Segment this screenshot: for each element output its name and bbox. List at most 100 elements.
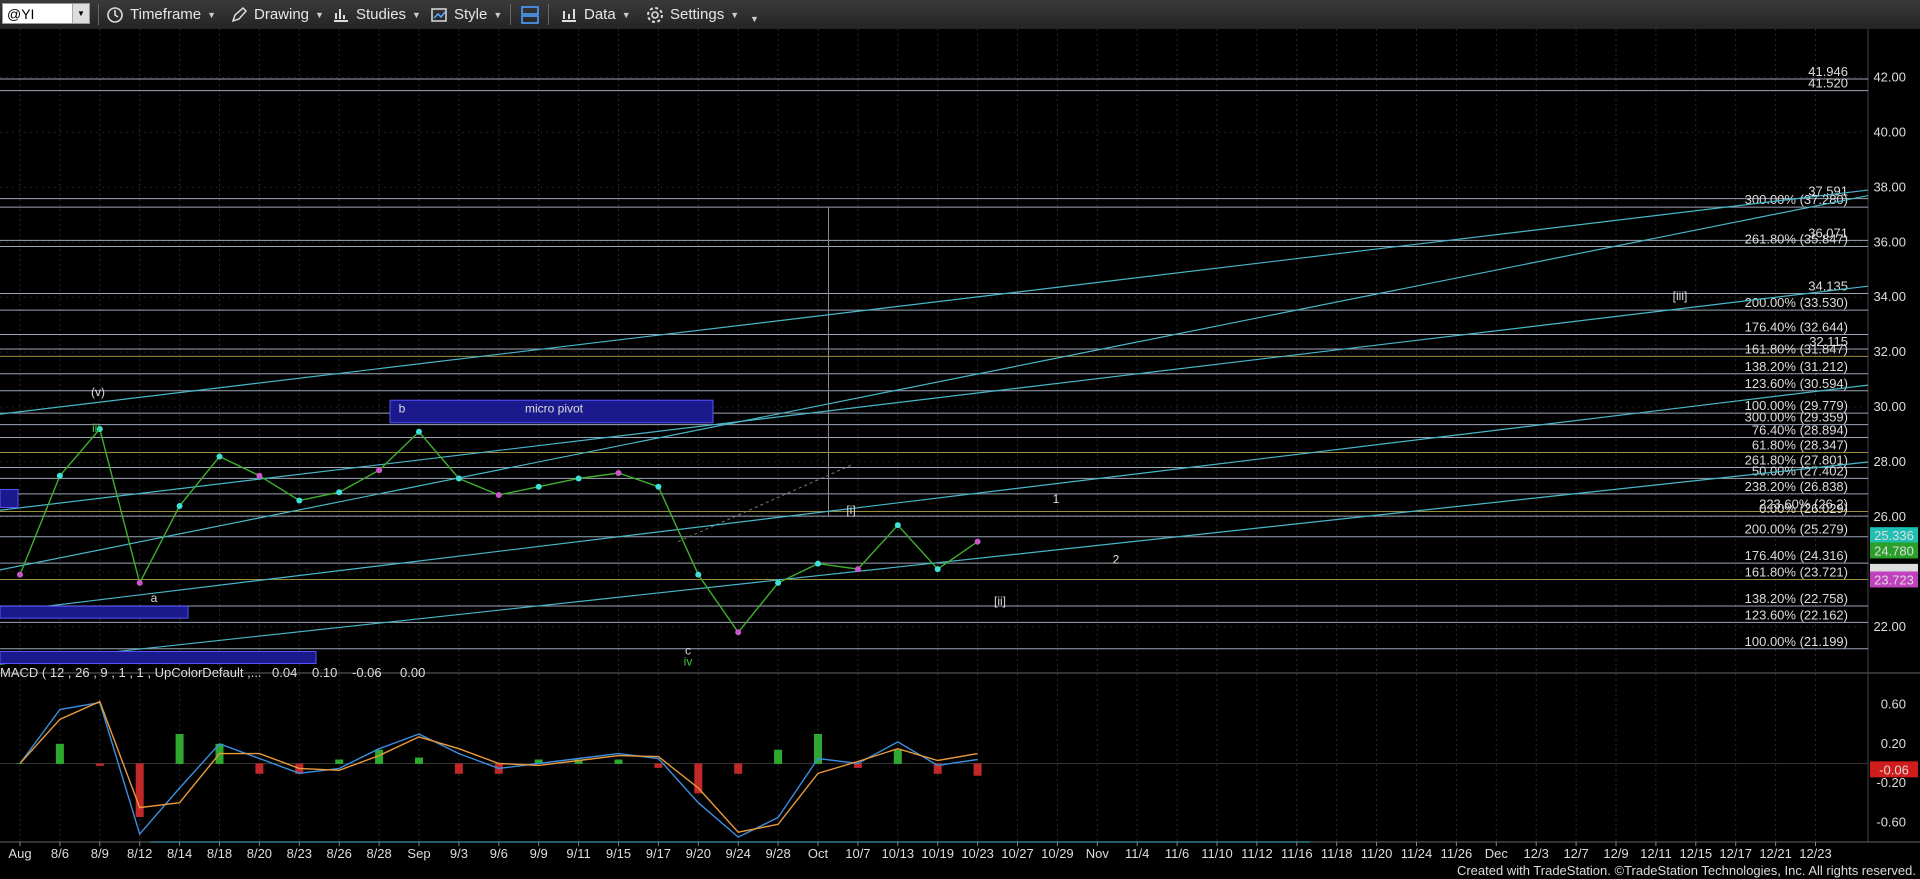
x-axis-tick-label: 10/19 <box>921 846 954 861</box>
macd-histogram-bar <box>454 763 463 774</box>
price-point <box>615 469 622 476</box>
toolbar-separator <box>98 4 99 25</box>
x-axis-tick-label: 9/24 <box>726 846 751 861</box>
drawing-label: Drawing <box>254 6 310 23</box>
x-axis-tick-label: 8/9 <box>91 846 109 861</box>
toolbar-separator <box>510 4 511 25</box>
style-label: Style <box>454 6 488 23</box>
fib-label: 61.80% (28.347) <box>1752 437 1848 452</box>
macd-axis-tick: -0.60 <box>1876 814 1906 829</box>
macd-legend-value: 0.10 <box>312 665 337 680</box>
x-axis-tick-label: 9/6 <box>490 846 508 861</box>
x-axis-tick-label: 8/14 <box>167 846 192 861</box>
fib-label: 123.60% (30.594) <box>1745 376 1848 391</box>
price-label-text: 24.780 <box>1874 543 1914 558</box>
x-axis-tick-label: 12/15 <box>1680 846 1713 861</box>
price-point <box>695 571 702 578</box>
price-axis-tick: 32.00 <box>1873 344 1906 359</box>
price-point <box>735 629 742 636</box>
price-point <box>575 475 582 482</box>
price-point <box>655 483 662 490</box>
x-axis-tick-label: 11/24 <box>1401 846 1433 861</box>
chevron-down-icon: ▼ <box>207 9 217 20</box>
price-point <box>934 566 941 573</box>
x-axis-tick-label: 10/29 <box>1041 846 1074 861</box>
toolbar-separator <box>548 4 549 25</box>
x-axis-tick-label: 8/6 <box>51 846 69 861</box>
x-axis-tick-label: 9/17 <box>646 846 671 861</box>
copyright-footer: Created with TradeStation. ©TradeStation… <box>1456 863 1916 878</box>
x-axis-tick-label: 11/4 <box>1125 846 1149 861</box>
drawing-button[interactable]: Drawing ▼ <box>230 0 324 29</box>
x-axis-tick-label: 11/20 <box>1361 846 1393 861</box>
pivot-box <box>0 488 19 508</box>
price-point <box>216 453 223 460</box>
x-axis-tick-label: 8/12 <box>127 846 152 861</box>
studies-button[interactable]: Studies ▼ <box>332 0 421 29</box>
price-axis-tick: 30.00 <box>1873 399 1906 414</box>
x-axis-tick-label: 10/7 <box>845 846 870 861</box>
x-axis-tick-label: 9/20 <box>686 846 711 861</box>
chevron-down-icon: ▼ <box>493 9 503 20</box>
style-button[interactable]: Style ▼ <box>430 0 502 29</box>
price-label-badge: 25.336 <box>1870 527 1918 544</box>
chevron-down-icon[interactable]: ▼ <box>72 4 89 23</box>
data-icon <box>562 8 576 22</box>
x-axis-tick-label: 12/11 <box>1640 846 1672 861</box>
chart-background <box>0 29 1920 865</box>
x-axis-tick-label: Aug <box>8 846 31 861</box>
fib-label: 123.60% (22.162) <box>1745 607 1848 622</box>
layout-icon <box>521 5 539 24</box>
fib-label: 76.40% (28.894) <box>1752 422 1848 437</box>
chevron-down-icon: ▼ <box>750 13 759 24</box>
fib-label: 138.20% (22.758) <box>1745 591 1848 606</box>
price-axis-tick: 38.00 <box>1873 179 1906 194</box>
price-label-badge: 24.780 <box>1870 542 1918 559</box>
fib-label: 200.00% (33.530) <box>1745 295 1848 310</box>
fib-label: 138.20% (31.212) <box>1745 359 1848 374</box>
macd-histogram-bar <box>614 759 623 764</box>
layout-button[interactable] <box>520 0 540 29</box>
x-axis-tick-label: 9/28 <box>765 846 790 861</box>
fib-label: 41.520 <box>1808 76 1848 91</box>
studies-label: Studies <box>356 6 407 23</box>
settings-button[interactable]: Settings ▼ <box>646 0 739 29</box>
symbol-input[interactable]: @YI ▼ <box>2 3 90 24</box>
price-label-badge: 23.723 <box>1870 571 1918 588</box>
data-button[interactable]: Data ▼ <box>560 0 631 29</box>
pencil-icon <box>231 6 248 22</box>
x-axis-tick-label: Oct <box>808 846 829 861</box>
price-point <box>56 472 63 479</box>
macd-legend-value: 0.00 <box>400 665 425 680</box>
price-label-text: 23.723 <box>1874 572 1914 587</box>
x-axis-tick-label: 12/23 <box>1799 846 1832 861</box>
x-axis-tick-label: 12/9 <box>1603 846 1628 861</box>
x-axis-tick-label: 10/27 <box>1001 846 1034 861</box>
macd-histogram-bar <box>16 763 24 764</box>
wave-label: iv <box>684 654 693 668</box>
macd-histogram-bar <box>774 749 783 764</box>
macd-histogram-bar <box>55 743 64 764</box>
price-point <box>894 522 901 529</box>
x-axis-tick-label: 11/18 <box>1321 846 1353 861</box>
x-axis-tick-label: 9/9 <box>530 846 548 861</box>
price-point <box>495 491 502 498</box>
style-icon <box>431 7 447 22</box>
price-point <box>256 472 263 479</box>
macd-histogram-bar <box>654 763 663 768</box>
chevron-down-icon: ▼ <box>730 9 740 20</box>
price-point <box>176 502 183 509</box>
price-axis-tick: 22.00 <box>1873 619 1906 634</box>
timeframe-button[interactable]: Timeframe ▼ <box>106 0 216 29</box>
timeframe-label: Timeframe <box>130 6 202 23</box>
settings-label: Settings <box>670 6 725 23</box>
x-axis-tick-label: 11/26 <box>1441 846 1473 861</box>
macd-legend-value: -0.06 <box>352 665 382 680</box>
price-axis-tick: 42.00 <box>1873 69 1906 84</box>
wave-label: b <box>399 402 406 416</box>
chart-area[interactable]: 41.94641.52037.591300.00% (37.280)36.071… <box>0 29 1920 865</box>
macd-legend-value: 0.04 <box>272 665 297 680</box>
chevron-down-icon: ▼ <box>621 9 631 20</box>
macd-histogram-bar <box>255 763 264 774</box>
x-axis-tick-label: Nov <box>1086 846 1110 861</box>
